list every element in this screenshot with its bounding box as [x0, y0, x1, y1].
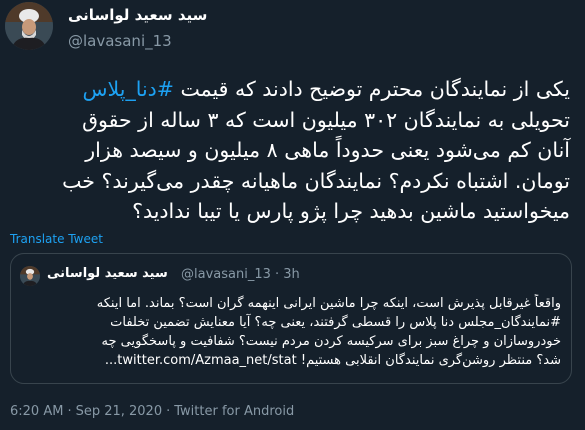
tweet-text-segment: یکی از نمایندگان محترم توضیح دادند که قی… [173, 77, 570, 101]
tweet: سید سعید لواسانی @lavasani_13 یکی از نما… [0, 0, 585, 430]
tweet-metadata: 6:20 AM · Sep 21, 2020 · Twitter for Android [10, 404, 294, 419]
author-name[interactable]: سید سعید لواسانی [68, 6, 207, 24]
quoted-text-line: #نمایندگان_مجلس دنا پلاس را قسطی گرفتند،… [110, 315, 561, 330]
tweet-text-line: آنان کم می‌شود یعنی حدوداً ماهی ۸ میلیون… [85, 138, 570, 162]
tweet-text-line: میخواستید ماشین بدهید چرا پژو پارس یا تی… [132, 199, 570, 223]
hashtag-link[interactable]: #دنا_پلاس [82, 77, 173, 101]
separator: · [67, 404, 72, 419]
quoted-text-line: واقعاً غیرقابل پذیرش است، اینکه چرا ماشی… [96, 296, 561, 311]
tweet-text-line: تحویلی به نمایندگان ۳۰۲ میلیون است که ۳ … [82, 107, 570, 132]
author-avatar[interactable] [5, 2, 53, 50]
tweet-text-line: یکی از نمایندگان محترم توضیح دادند که قی… [10, 74, 570, 105]
quoted-author-avatar [20, 266, 40, 286]
translate-tweet-link[interactable]: Translate Tweet [10, 232, 103, 246]
tweet-source[interactable]: Twitter for Android [174, 404, 294, 419]
tweet-time[interactable]: 6:20 AM [10, 404, 63, 419]
tweet-date[interactable]: Sep 21, 2020 [76, 404, 163, 419]
tweet-text-line: تومان. اشتباه نکردم؟ نمایندگان ماهیانه چ… [62, 168, 570, 193]
quoted-text-line: شد؟ منتظر روشن‌گری نمایندگان انقلابی هست… [104, 353, 561, 368]
quoted-handle-time: @lavasani_13 · 3h [181, 267, 300, 282]
quoted-text: واقعاً غیرقابل پذیرش است، اینکه چرا ماشی… [21, 294, 561, 370]
tweet-text: یکی از نمایندگان محترم توضیح دادند که قی… [10, 74, 570, 227]
separator: · [166, 404, 171, 419]
quoted-text-line: خودروسازان و چراغ سبز برای سرکیسه کردن م… [101, 334, 561, 349]
quoted-author-name: سید سعید لواسانی [47, 266, 168, 281]
author-handle[interactable]: @lavasani_13 [68, 32, 172, 50]
quoted-tweet[interactable]: سید سعید لواسانی @lavasani_13 · 3h واقعا… [10, 253, 572, 384]
